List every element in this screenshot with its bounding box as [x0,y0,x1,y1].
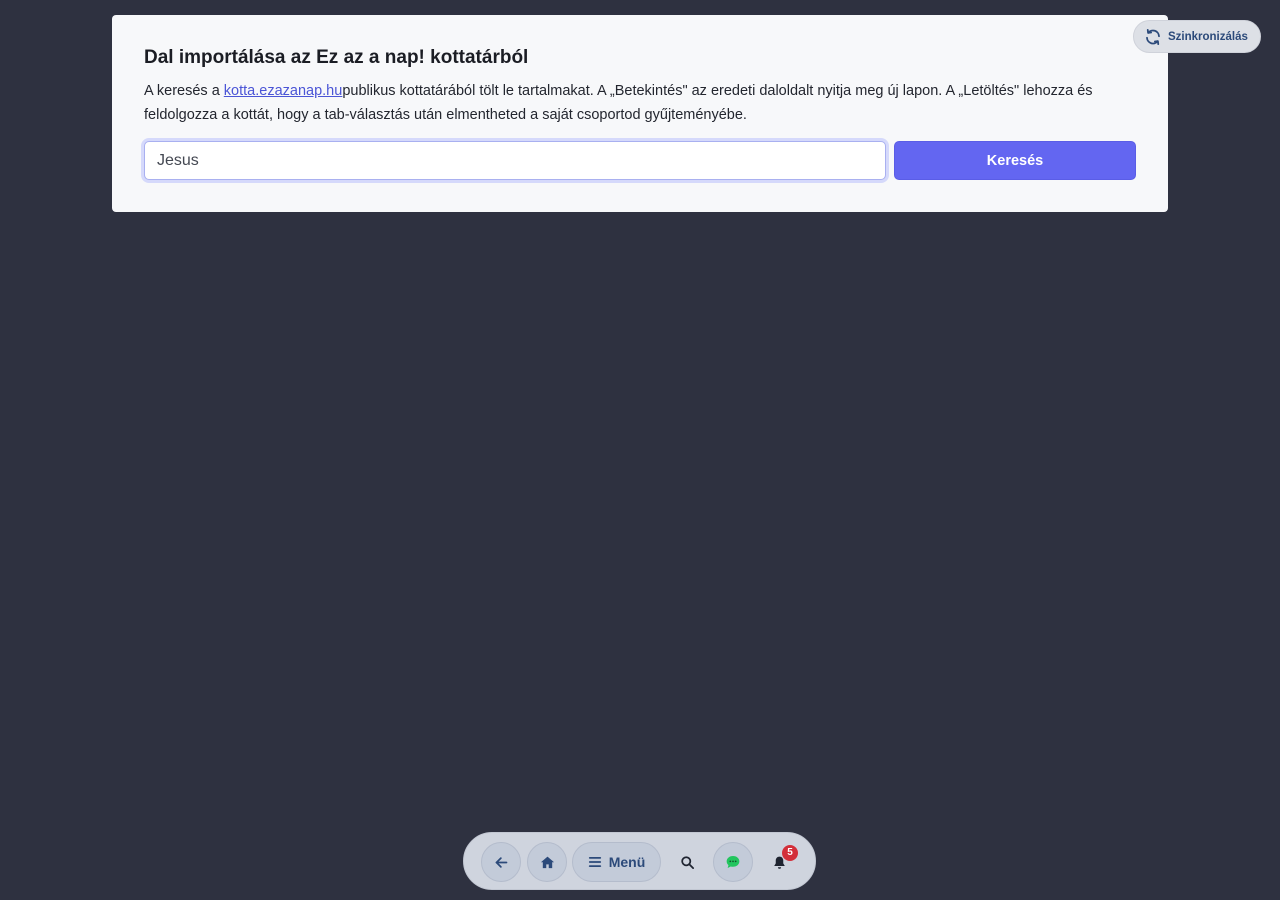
card-title: Dal importálása az Ez az a nap! kottatár… [144,47,529,68]
search-nav-button[interactable] [667,842,707,882]
kottatar-link[interactable]: kotta.ezazanap.hu [224,83,343,99]
menu-label: Menü [608,854,646,870]
sync-label: Szinkronizálás [1168,30,1248,43]
arrow-left-icon [494,855,509,870]
bottom-nav-bar: Menü 5 [463,832,816,890]
home-button[interactable] [527,842,567,882]
chat-button[interactable] [713,842,753,882]
app-page: Dal importálása az Ez az a nap! kottatár… [0,0,1280,900]
search-row: Keresés [144,141,1136,180]
search-button[interactable]: Keresés [894,141,1136,180]
sync-button[interactable]: Szinkronizálás [1133,20,1261,53]
menu-button[interactable]: Menü [572,842,661,882]
chat-icon [725,854,741,870]
search-icon [680,855,695,870]
import-card: Dal importálása az Ez az a nap! kottatár… [112,15,1168,212]
home-icon [540,855,555,870]
hamburger-icon [588,855,602,869]
notifications-button[interactable]: 5 [759,842,799,882]
card-description: A keresés a kotta.ezazanap.hupublikus ko… [144,79,1136,127]
back-button[interactable] [481,842,521,882]
notification-badge: 5 [782,845,798,861]
search-input[interactable] [144,141,886,180]
description-prefix: A keresés a [144,83,224,99]
sync-icon [1144,28,1162,46]
